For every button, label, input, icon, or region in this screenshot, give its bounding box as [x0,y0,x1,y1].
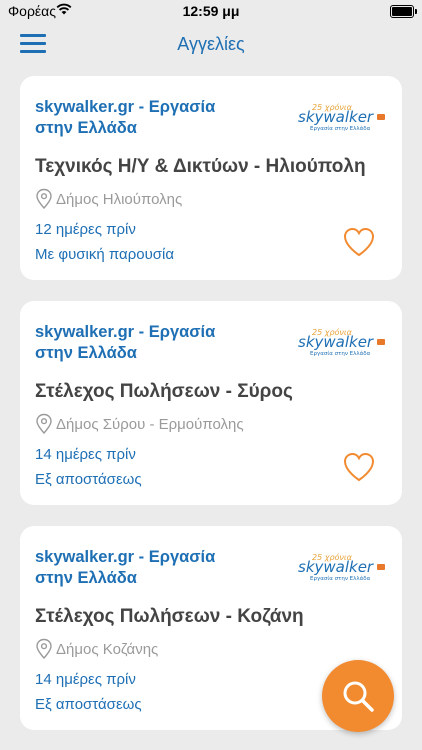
job-title: Στέλεχος Πωλήσεων - Σύρος [35,381,293,402]
svg-text:skywalker: skywalker [298,333,374,351]
job-card[interactable]: skywalker.gr - Εργασία στην Ελλάδα 25 χρ… [20,301,402,505]
location-label: Δήμος Ηλιούπολης [56,191,183,208]
search-button[interactable] [322,660,394,732]
status-bar: Φορέας 12:59 μμ [0,0,422,22]
job-title: Τεχνικός Η/Υ & Δικτύων - Ηλιούπολη [35,156,366,177]
status-time: 12:59 μμ [182,3,240,19]
location-pin-icon [36,188,52,210]
job-card[interactable]: skywalker.gr - Εργασία στην Ελλάδα 25 χρ… [20,76,402,280]
posted-time: 12 ημέρες πρίν [35,221,136,238]
svg-text:Εργασία στην Ελλάδα: Εργασία στην Ελλάδα [310,125,371,132]
location-pin-icon [36,638,52,660]
page-title: Αγγελίες [177,34,245,54]
work-mode: Εξ αποστάσεως [35,471,142,488]
location-pin-icon [36,413,52,435]
svg-text:Εργασία στην Ελλάδα: Εργασία στην Ελλάδα [310,575,371,582]
svg-text:skywalker: skywalker [298,558,374,576]
battery-icon [390,5,417,18]
svg-text:Εργασία στην Ελλάδα: Εργασία στην Ελλάδα [310,350,371,357]
location-label: Δήμος Σύρου - Ερμούπολης [56,416,244,433]
location-label: Δήμος Κοζάνης [56,641,159,658]
company-name: skywalker.gr - Εργασία στην Ελλάδα [35,323,216,362]
company-name: skywalker.gr - Εργασία στην Ελλάδα [35,548,216,587]
skywalker-logo: 25 χρόνια skywalker Εργασία στην Ελλάδα [298,327,385,357]
skywalker-logo: 25 χρόνια skywalker Εργασία στην Ελλάδα [298,552,385,582]
heart-outline-icon[interactable] [342,451,376,483]
posted-time: 14 ημέρες πρίν [35,671,136,688]
search-icon [343,681,374,712]
work-mode: Εξ αποστάσεως [35,696,142,713]
heart-outline-icon[interactable] [342,226,376,258]
work-mode: Με φυσική παρουσία [35,246,175,263]
navigation-bar: Αγγελίες [0,22,422,66]
svg-text:skywalker: skywalker [298,108,374,126]
posted-time: 14 ημέρες πρίν [35,446,136,463]
job-title: Στέλεχος Πωλήσεων - Κοζάνη [35,606,304,627]
skywalker-logo: 25 χρόνια skywalker Εργασία στην Ελλάδα [298,102,385,132]
company-name: skywalker.gr - Εργασία στην Ελλάδα [35,98,216,137]
